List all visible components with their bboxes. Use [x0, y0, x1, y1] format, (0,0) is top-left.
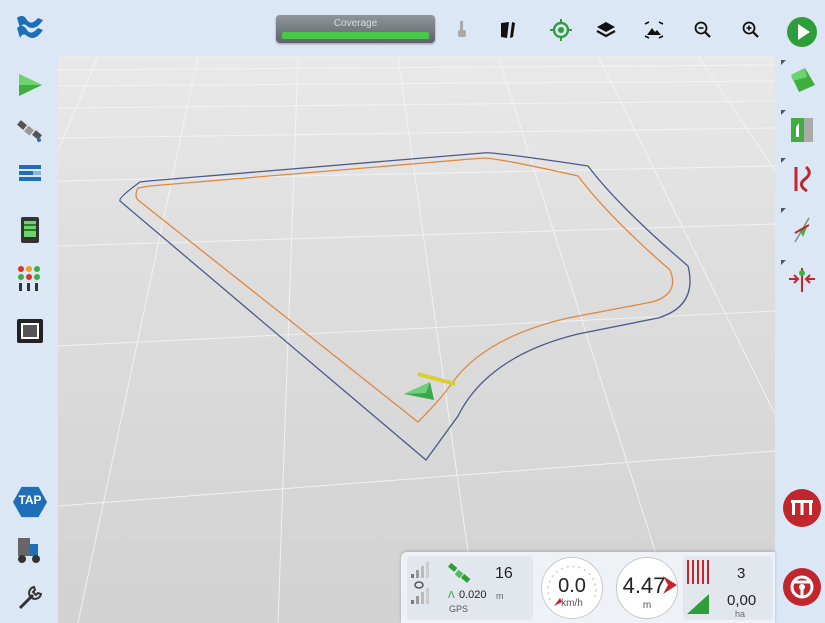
map-3d-view[interactable]: [58, 56, 775, 623]
field-map: [58, 56, 775, 623]
guidance-error-gauge[interactable]: 4.47 m: [616, 557, 678, 619]
satellite-count: 16: [495, 565, 513, 582]
ground-grid: [58, 56, 775, 623]
road-lines-icon[interactable]: [497, 17, 523, 43]
guidance-unit: m: [642, 600, 652, 611]
layers-icon[interactable]: [593, 17, 619, 43]
accuracy-unit: m: [496, 591, 504, 601]
section-control-icon[interactable]: [12, 260, 48, 296]
area-value: 0,00: [727, 592, 757, 609]
speed-gauge[interactable]: 0.0 km/h: [541, 557, 603, 619]
play-button[interactable]: [782, 14, 822, 50]
steering-wheel-button[interactable]: [782, 566, 822, 608]
sections-area-button[interactable]: 3 0,00 ha: [683, 556, 773, 620]
tablet-device-icon[interactable]: [12, 212, 48, 248]
satellite-icon[interactable]: [12, 112, 48, 148]
accuracy-value: 0.020: [459, 589, 487, 601]
area-wedge-icon: [687, 594, 709, 614]
gps-status-button[interactable]: 16 Λ 0.020 m GPS: [407, 556, 533, 620]
speed-unit: km/h: [561, 598, 583, 609]
field-boundary-icon[interactable]: [782, 62, 822, 98]
zoom-in-icon[interactable]: [738, 17, 764, 43]
wrench-icon[interactable]: [12, 580, 48, 616]
implement-offset-icon[interactable]: [782, 262, 822, 298]
zoom-out-icon[interactable]: [690, 17, 716, 43]
bin-tractor-icon[interactable]: [12, 531, 48, 567]
section-master-button[interactable]: [782, 487, 822, 529]
implement-bars-icon[interactable]: [12, 157, 48, 193]
signal-strength-icon: [411, 562, 429, 604]
speed-value: 0.0: [558, 575, 586, 597]
hand-pointer-icon[interactable]: [449, 17, 475, 43]
coverage-progress-fill: [282, 32, 429, 39]
steer-direction-icon: [663, 576, 677, 594]
guidance-arrow-icon[interactable]: [12, 67, 48, 103]
curve-steering-icon[interactable]: [782, 161, 822, 197]
locate-target-icon[interactable]: [548, 17, 574, 43]
gps-satellite-icon: [448, 562, 471, 583]
coverage-label: Coverage: [333, 18, 378, 29]
coverage-button[interactable]: Coverage: [276, 15, 435, 43]
area-unit: ha: [735, 609, 746, 619]
status-panel: 16 Λ 0.020 m GPS 0.0 km/h 4.47 m 3 0,00 …: [401, 552, 775, 623]
sections-count: 3: [737, 565, 746, 582]
camera-film-icon[interactable]: [12, 313, 48, 349]
gps-label: GPS: [449, 604, 469, 614]
tap-label: TAP: [18, 493, 42, 507]
tap-button[interactable]: TAP: [12, 482, 48, 522]
map-extent-icon[interactable]: [641, 17, 667, 43]
headland-line: [135, 157, 674, 423]
sections-icon: [687, 560, 709, 584]
topcon-logo: [12, 12, 48, 46]
field-boundary-outer: [119, 152, 691, 461]
vehicle-marker: [404, 372, 456, 400]
coverage-progress-track: [282, 32, 429, 39]
guideline-pattern-icon[interactable]: [782, 112, 822, 148]
accuracy-icon: Λ: [448, 590, 455, 601]
headland-icon[interactable]: [782, 212, 822, 248]
